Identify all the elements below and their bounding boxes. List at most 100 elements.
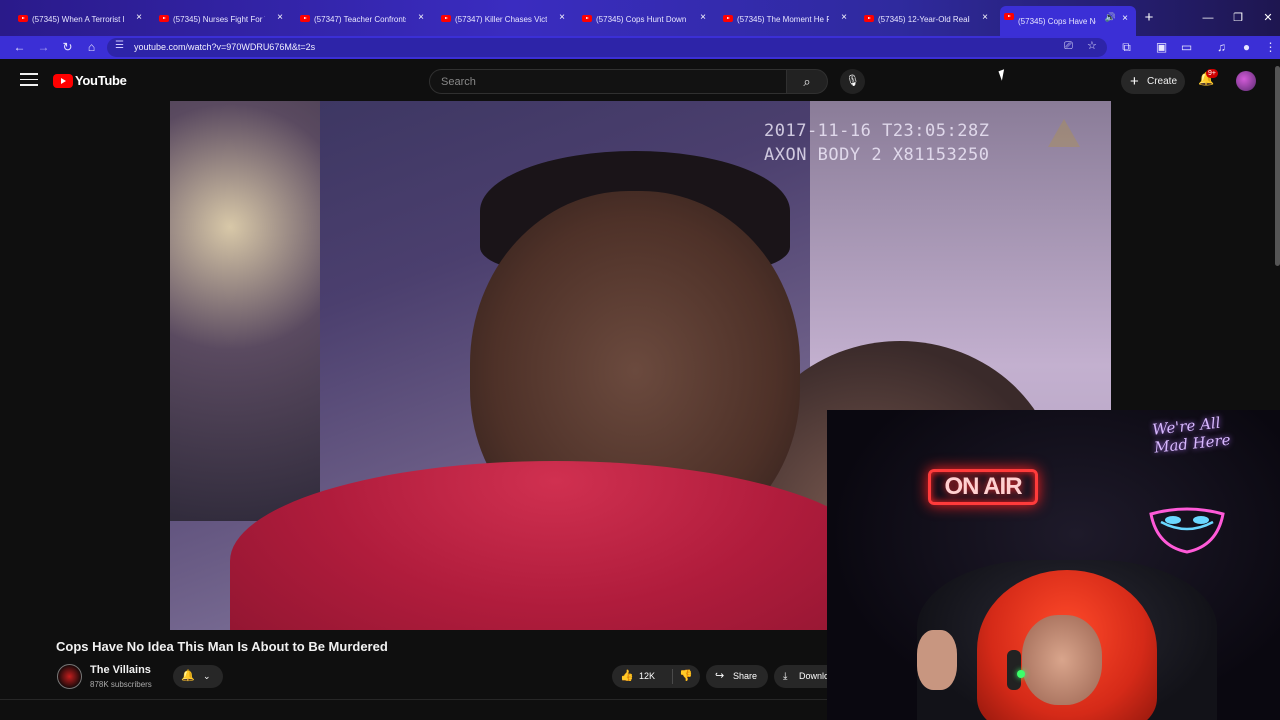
tab-title: (57345) The Moment He R bbox=[737, 14, 829, 24]
forward-icon[interactable]: → bbox=[35, 39, 52, 56]
mic-indicator-light bbox=[1017, 670, 1025, 678]
back-icon[interactable]: ← bbox=[11, 39, 28, 56]
dislike-icon[interactable]: 👎 bbox=[679, 669, 693, 682]
bookmark-star-icon[interactable]: ☆ bbox=[1087, 38, 1097, 55]
page-scrollbar[interactable] bbox=[1275, 66, 1280, 266]
close-tab-icon[interactable]: × bbox=[841, 12, 847, 23]
tab-search-icon[interactable]: ▣ bbox=[1153, 39, 1170, 56]
tab-title: (57345) When A Terrorist D bbox=[32, 14, 124, 24]
tab-title: (57345) Cops Hunt Down bbox=[596, 14, 687, 24]
tab-title: (57345) Nurses Fight For T bbox=[173, 14, 265, 24]
neon-wall-text: We're All Mad Here bbox=[1151, 413, 1232, 457]
youtube-favicon-icon bbox=[1004, 13, 1014, 20]
video-title: Cops Have No Idea This Man Is About to B… bbox=[56, 639, 388, 654]
close-tab-icon[interactable]: × bbox=[559, 12, 565, 23]
share-icon: ↪ bbox=[715, 670, 725, 682]
browser-tab[interactable]: (57345) Cops Hunt Down × bbox=[578, 8, 714, 30]
notification-badge: 9+ bbox=[1206, 69, 1218, 78]
home-icon[interactable]: ⌂ bbox=[83, 39, 100, 56]
media-controls-icon[interactable]: ♫ bbox=[1213, 39, 1230, 56]
browser-menu-icon[interactable]: ⋮ bbox=[1262, 39, 1279, 56]
browser-tab-active[interactable]: (57345) Cops Have No 🔊 × bbox=[1000, 6, 1136, 36]
youtube-logo-text: YouTube bbox=[75, 73, 127, 88]
address-bar[interactable]: ☰ youtube.com/watch?v=970WDRU676M&t=2s ⎚… bbox=[107, 38, 1107, 57]
webcam-overlay: ON AIR We're All Mad Here bbox=[827, 410, 1280, 720]
browser-toolbar: ← → ↻ ⌂ ☰ youtube.com/watch?v=970WDRU676… bbox=[0, 36, 1280, 59]
youtube-logo[interactable]: YouTube bbox=[53, 73, 127, 88]
chevron-down-icon: ⌄ bbox=[203, 671, 211, 681]
like-count[interactable]: 12K bbox=[639, 671, 655, 681]
subscription-bell-button[interactable]: 🔔 ⌄ bbox=[173, 665, 223, 688]
like-dislike-group: 👍 12K 👎 bbox=[612, 665, 700, 688]
cast-icon[interactable]: ▭ bbox=[1178, 39, 1195, 56]
browser-tab-strip: (57345) When A Terrorist D × (57345) Nur… bbox=[0, 0, 1280, 36]
plus-icon: + bbox=[1130, 73, 1139, 90]
subscriber-count: 878K subscribers bbox=[90, 680, 152, 689]
install-app-icon[interactable]: ⎚ bbox=[1064, 38, 1073, 55]
youtube-favicon-icon bbox=[159, 15, 169, 22]
channel-name[interactable]: The Villains bbox=[90, 664, 151, 676]
axon-logo-icon bbox=[1048, 119, 1080, 147]
tab-title: (57347) Teacher Confronts bbox=[314, 14, 406, 24]
reload-icon[interactable]: ↻ bbox=[59, 39, 76, 56]
search-icon: ⌕ bbox=[803, 74, 811, 89]
youtube-header: YouTube Search ⌕ 🎙 + Create 🔔 9+ bbox=[0, 59, 1280, 101]
youtube-favicon-icon bbox=[441, 15, 451, 22]
close-tab-icon[interactable]: × bbox=[982, 12, 988, 23]
browser-tab[interactable]: (57345) When A Terrorist D × bbox=[14, 8, 150, 30]
youtube-favicon-icon bbox=[300, 15, 310, 22]
close-window-icon[interactable]: ✕ bbox=[1260, 10, 1276, 26]
browser-tab[interactable]: (57345) Nurses Fight For T × bbox=[155, 8, 291, 30]
streamer-face bbox=[1022, 615, 1102, 705]
close-tab-icon[interactable]: × bbox=[418, 12, 424, 23]
extensions-icon[interactable]: ⧉ bbox=[1118, 39, 1135, 56]
search-placeholder: Search bbox=[441, 76, 476, 88]
share-button[interactable]: ↪ Share bbox=[706, 665, 768, 688]
tab-title: (57347) Killer Chases Victi bbox=[455, 14, 547, 24]
new-tab-button[interactable]: + bbox=[1141, 10, 1157, 26]
youtube-play-icon bbox=[53, 73, 73, 88]
bell-icon: 🔔 bbox=[181, 670, 195, 682]
search-button[interactable]: ⌕ bbox=[786, 69, 828, 94]
streamer-hand bbox=[917, 630, 957, 690]
browser-tab[interactable]: (57347) Killer Chases Victi × bbox=[437, 8, 573, 30]
youtube-favicon-icon bbox=[18, 15, 28, 22]
voice-search-button[interactable]: 🎙 bbox=[840, 69, 865, 94]
tab-title: (57345) 12-Year-Old Realiz bbox=[878, 14, 970, 24]
youtube-favicon-icon bbox=[723, 15, 733, 22]
on-air-neon-sign: ON AIR bbox=[928, 469, 1038, 505]
url-text[interactable]: youtube.com/watch?v=970WDRU676M&t=2s bbox=[134, 42, 315, 52]
share-label: Share bbox=[733, 671, 758, 681]
profile-icon[interactable]: ● bbox=[1238, 39, 1255, 56]
timestamp-line-2: AXON BODY 2 X81153250 bbox=[764, 145, 990, 165]
search-input[interactable]: Search bbox=[429, 69, 787, 94]
like-icon[interactable]: 👍 bbox=[620, 669, 634, 682]
minimize-icon[interactable]: — bbox=[1200, 10, 1216, 26]
video-frame-tree bbox=[170, 101, 320, 521]
bodycam-timestamp: 2017-11-16 T23:05:28Z AXON BODY 2 X81153… bbox=[764, 119, 989, 167]
close-tab-icon[interactable]: × bbox=[136, 12, 142, 23]
create-label: Create bbox=[1147, 76, 1178, 87]
menu-icon[interactable] bbox=[20, 73, 38, 87]
timestamp-line-1: 2017-11-16 T23:05:28Z bbox=[764, 121, 990, 141]
restore-icon[interactable]: ❐ bbox=[1230, 10, 1246, 26]
browser-tab[interactable]: (57347) Teacher Confronts × bbox=[296, 8, 432, 30]
divider bbox=[0, 699, 827, 700]
close-tab-icon[interactable]: × bbox=[277, 12, 283, 23]
close-tab-icon[interactable]: × bbox=[700, 12, 706, 23]
browser-tab[interactable]: (57345) The Moment He R × bbox=[719, 8, 855, 30]
like-divider bbox=[672, 669, 673, 684]
close-tab-icon[interactable]: × bbox=[1122, 13, 1128, 24]
channel-avatar[interactable] bbox=[57, 664, 82, 689]
account-avatar[interactable] bbox=[1236, 71, 1256, 91]
youtube-favicon-icon bbox=[582, 15, 592, 22]
cheshire-cat-neon-icon bbox=[1149, 507, 1225, 554]
browser-tab[interactable]: (57345) 12-Year-Old Realiz × bbox=[860, 8, 996, 30]
create-button[interactable]: + Create bbox=[1121, 69, 1185, 94]
notifications-button[interactable]: 🔔 9+ bbox=[1198, 69, 1218, 91]
audio-playing-icon[interactable]: 🔊 bbox=[1105, 12, 1116, 23]
download-icon: ⤓ bbox=[783, 671, 788, 682]
tab-title: (57345) Cops Have No bbox=[1018, 16, 1096, 26]
microphone-icon: 🎙 bbox=[845, 75, 860, 87]
site-info-icon[interactable]: ☰ bbox=[115, 40, 124, 51]
